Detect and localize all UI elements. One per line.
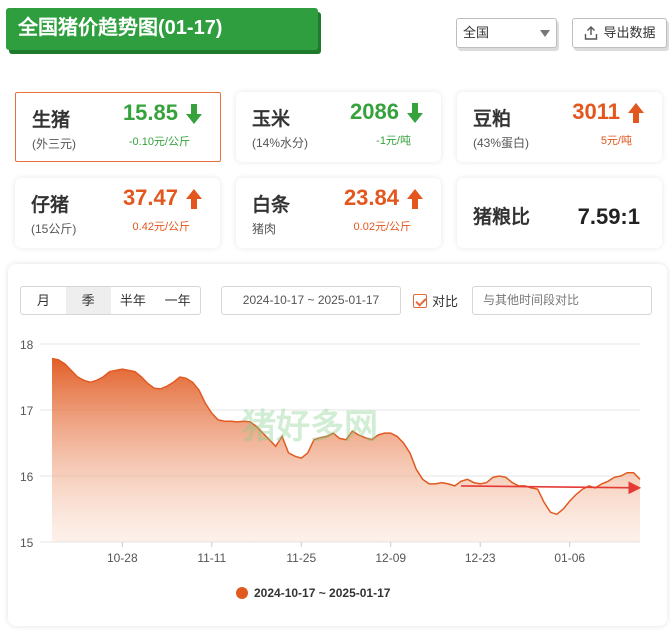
x-tick-label: 11-11 bbox=[197, 551, 226, 565]
x-tick-label: 01-06 bbox=[554, 551, 585, 565]
watermark-logo: 猪好多网 bbox=[242, 407, 378, 447]
y-tick-label: 18 bbox=[20, 338, 34, 352]
y-tick-label: 16 bbox=[20, 470, 34, 484]
series-area bbox=[52, 358, 640, 542]
area-series bbox=[51, 357, 642, 542]
chart-legend[interactable]: 2024-10-17 ~ 2025-01-17 bbox=[236, 586, 390, 600]
x-tick-label: 12-09 bbox=[375, 551, 406, 565]
y-tick-label: 15 bbox=[20, 536, 34, 550]
price-chart: 15 16 17 18 10-28 11-11 11-25 12-09 12-23 01-06 猪… bbox=[20, 338, 642, 565]
x-tick-label: 12-23 bbox=[465, 551, 496, 565]
logo-mark: 猪好多网 bbox=[242, 407, 378, 447]
x-tick-label: 11-25 bbox=[286, 551, 316, 565]
legend-label: 2024-10-17 ~ 2025-01-17 bbox=[254, 586, 391, 600]
legend-marker bbox=[236, 587, 248, 599]
svg-text:猪好多网: 猪好多网 bbox=[242, 407, 378, 447]
y-tick-label: 17 bbox=[20, 404, 34, 418]
x-tick-label: 10-28 bbox=[107, 551, 138, 565]
